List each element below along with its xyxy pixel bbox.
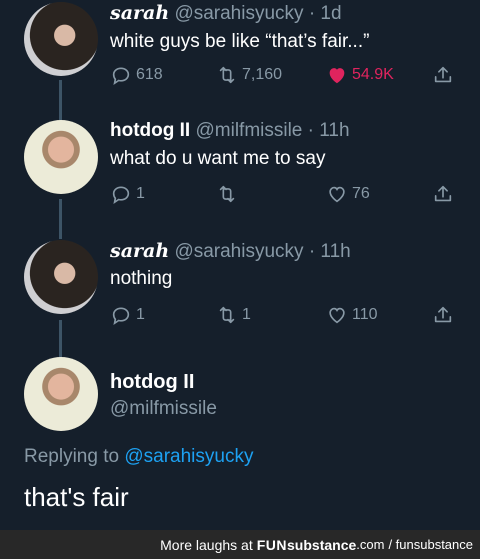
reply-button[interactable]: 1 (110, 182, 145, 206)
like-icon (329, 186, 345, 203)
replying-to: Replying to @sarahisyucky (24, 446, 253, 468)
tweet-text: white guys be like “that’s fair...” (110, 31, 370, 52)
tweet-text: nothing (110, 268, 173, 289)
like-count: 54.9K (352, 66, 394, 83)
reply-button[interactable]: 1 (110, 303, 145, 327)
reply-count: 618 (136, 66, 163, 83)
reply-icon (112, 67, 130, 86)
display-name[interactable]: sarah (110, 2, 169, 24)
tweet-actions: 1 76 (110, 182, 470, 206)
reply-button[interactable]: 618 (110, 63, 163, 87)
retweet-icon (219, 185, 235, 203)
footer-brand-fun: FUN (256, 536, 288, 553)
user-handle[interactable]: @milfmissile (195, 120, 302, 141)
thread-connector (59, 199, 62, 239)
share-button[interactable] (432, 182, 458, 206)
tweet-thread: sarah @sarahisyucky · 1d white guys be l… (0, 0, 480, 530)
avatar[interactable] (24, 2, 98, 76)
footer-brand-tld: .com (356, 537, 385, 552)
footer-brand-substance: substance (287, 536, 357, 553)
avatar[interactable] (24, 240, 98, 314)
retweet-button[interactable] (216, 182, 242, 206)
timestamp[interactable]: · 1d (309, 3, 342, 24)
watermark-footer: More laughs at FUN substance .com / funsub… (0, 530, 480, 559)
reply-icon (112, 307, 130, 326)
tweet-actions: 618 7,160 54.9K (110, 63, 470, 87)
tweet-actions: 1 1 110 (110, 303, 470, 327)
timestamp[interactable]: · 11h (309, 241, 351, 262)
share-button[interactable] (432, 63, 458, 87)
display-name[interactable]: hotdog II (110, 371, 194, 394)
tweet-text: that's fair (24, 482, 129, 512)
retweet-button[interactable]: 1 (216, 303, 251, 327)
retweet-icon (219, 306, 235, 324)
retweet-button[interactable]: 7,160 (216, 63, 282, 87)
like-button[interactable]: 76 (326, 182, 370, 206)
footer-brand-suffix: / funsubstance (388, 537, 473, 552)
share-button[interactable] (432, 303, 458, 327)
tweet-header: hotdog II @milfmissile · 11h (110, 120, 350, 142)
retweet-count: 7,160 (242, 66, 283, 83)
timestamp[interactable]: · 11h (308, 120, 350, 141)
reply-icon (112, 186, 130, 205)
tweet-header: sarah @sarahisyucky · 1d (110, 2, 342, 25)
display-name[interactable]: sarah (110, 240, 169, 262)
replying-handle-link[interactable]: @sarahisyucky (124, 446, 253, 467)
like-icon (329, 68, 345, 84)
reply-count: 1 (136, 185, 145, 202)
share-icon (434, 306, 452, 323)
user-handle[interactable]: @milfmissile (110, 398, 217, 420)
tweet-header: sarah @sarahisyucky · 11h (110, 240, 351, 263)
like-count: 110 (352, 306, 378, 323)
avatar[interactable] (24, 357, 98, 431)
like-count: 76 (352, 185, 370, 202)
like-icon (329, 307, 345, 324)
like-button[interactable]: 110 (326, 303, 378, 327)
retweet-icon (219, 66, 235, 84)
reply-count: 1 (136, 306, 145, 323)
avatar[interactable] (24, 120, 98, 194)
user-handle[interactable]: @sarahisyucky (174, 3, 303, 24)
share-icon (434, 185, 452, 202)
user-handle[interactable]: @sarahisyucky (174, 241, 303, 262)
share-icon (434, 66, 452, 83)
tweet-text: what do u want me to say (110, 148, 326, 169)
display-name[interactable]: hotdog II (110, 120, 190, 141)
like-button[interactable]: 54.9K (326, 63, 394, 87)
thread-connector (59, 80, 62, 120)
thread-connector (59, 320, 62, 360)
replying-label: Replying to (24, 446, 120, 467)
retweet-count: 1 (242, 306, 251, 323)
footer-prefix: More laughs at (160, 536, 253, 553)
